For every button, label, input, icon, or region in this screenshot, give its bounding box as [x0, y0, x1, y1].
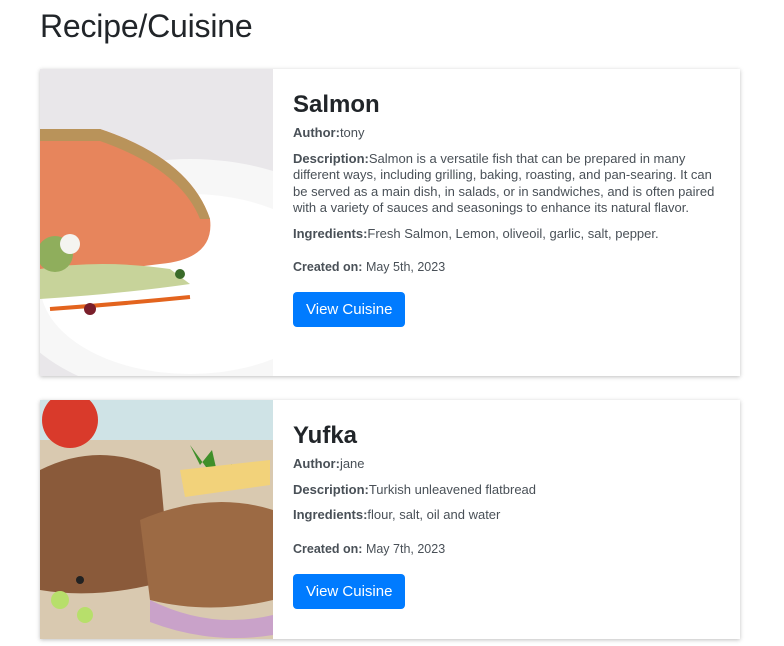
recipe-description: Description:Salmon is a versatile fish t…: [293, 150, 715, 216]
page-title: Recipe/Cuisine: [40, 8, 253, 44]
recipe-card: Salmon Author:tony Description:Salmon is…: [40, 69, 740, 376]
recipe-image-yufka: [40, 400, 273, 639]
recipe-created: Created on: May 5th, 2023: [293, 260, 446, 274]
recipe-name: Salmon: [293, 91, 380, 118]
recipe-image-salmon: [40, 69, 273, 376]
recipe-ingredients: Ingredients:Fresh Salmon, Lemon, oliveoi…: [293, 225, 659, 241]
recipe-created: Created on: May 7th, 2023: [293, 541, 446, 556]
recipe-card: Yufka Author:jane Description:Turkish un…: [40, 400, 740, 639]
recipe-ingredients: Ingredients:flour, salt, oil and water: [293, 507, 501, 522]
recipe-author: Author:tony: [293, 125, 365, 140]
view-cuisine-button[interactable]: View Cuisine: [293, 292, 406, 327]
recipe-author: Author:jane: [293, 456, 365, 471]
view-cuisine-button[interactable]: View Cuisine: [293, 573, 406, 609]
recipe-description: Description:Turkish unleavened flatbread: [293, 481, 537, 497]
recipe-name: Yufka: [293, 422, 358, 449]
